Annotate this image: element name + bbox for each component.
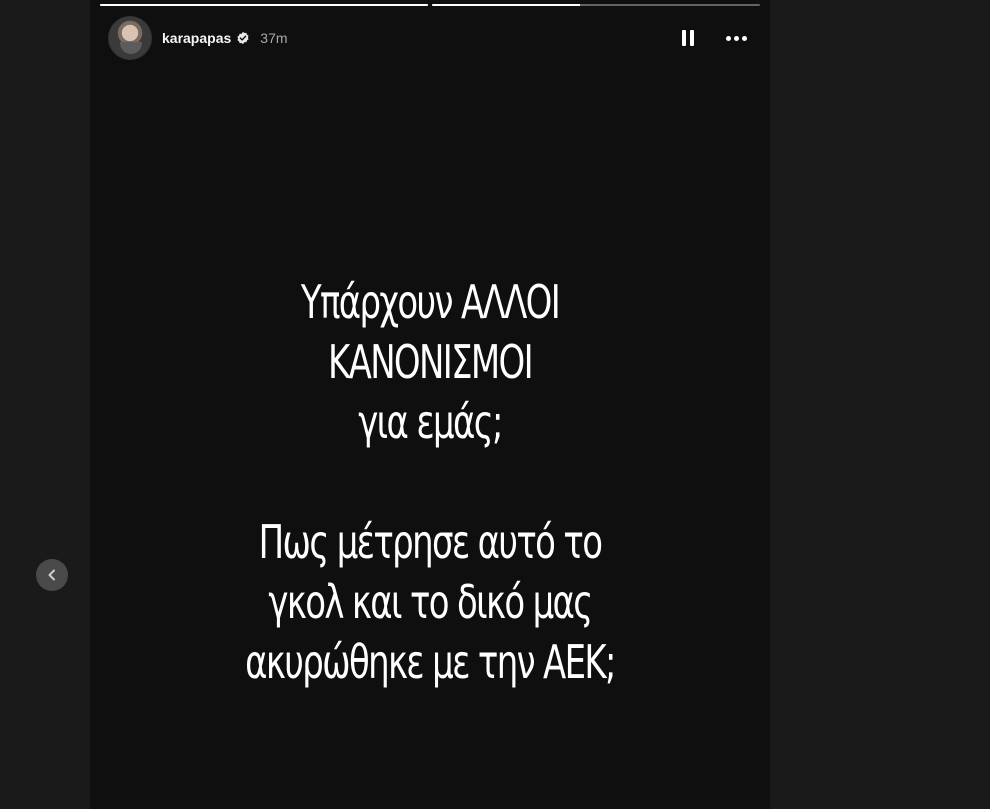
story-frame[interactable]: karapapas 37m Υπάρχουν ΑΛΛΟΙ ΚΑΝΟΝΙΣΜΟΙ … bbox=[90, 0, 770, 809]
story-text-line: Υπάρχουν ΑΛΛΟΙ bbox=[300, 275, 561, 329]
progress-fill bbox=[432, 4, 580, 6]
story-text-line: γκολ και το δικό μας bbox=[268, 575, 593, 629]
more-horizontal-icon bbox=[733, 35, 739, 41]
story-header: karapapas 37m bbox=[108, 14, 752, 62]
story-timestamp: 37m bbox=[260, 30, 288, 46]
pause-button[interactable] bbox=[674, 24, 702, 52]
pause-icon bbox=[690, 30, 694, 46]
story-progress-bars bbox=[100, 4, 760, 6]
verified-badge-icon bbox=[237, 31, 249, 45]
more-horizontal-icon bbox=[725, 35, 731, 41]
pause-icon bbox=[682, 30, 686, 46]
progress-segment bbox=[432, 4, 760, 6]
story-text-gap bbox=[90, 452, 770, 512]
progress-fill bbox=[100, 4, 428, 6]
story-viewer: karapapas 37m Υπάρχουν ΑΛΛΟΙ ΚΑΝΟΝΙΣΜΟΙ … bbox=[0, 0, 990, 809]
username[interactable]: karapapas bbox=[162, 30, 231, 46]
chevron-left-icon bbox=[48, 569, 55, 581]
more-options-button[interactable] bbox=[720, 24, 752, 52]
previous-story-button[interactable] bbox=[36, 559, 68, 591]
story-text-line: ακυρώθηκε με την ΑΕΚ; bbox=[245, 635, 616, 689]
story-text-line: Πως μέτρησε αυτό το bbox=[258, 515, 603, 569]
story-text: Υπάρχουν ΑΛΛΟΙ ΚΑΝΟΝΙΣΜΟΙ για εμάς; Πως … bbox=[90, 272, 770, 692]
progress-segment bbox=[100, 4, 428, 6]
story-text-line: για εμάς; bbox=[358, 395, 503, 449]
more-horizontal-icon bbox=[741, 35, 747, 41]
story-text-line: ΚΑΝΟΝΙΣΜΟΙ bbox=[328, 335, 534, 389]
avatar[interactable] bbox=[108, 16, 152, 60]
